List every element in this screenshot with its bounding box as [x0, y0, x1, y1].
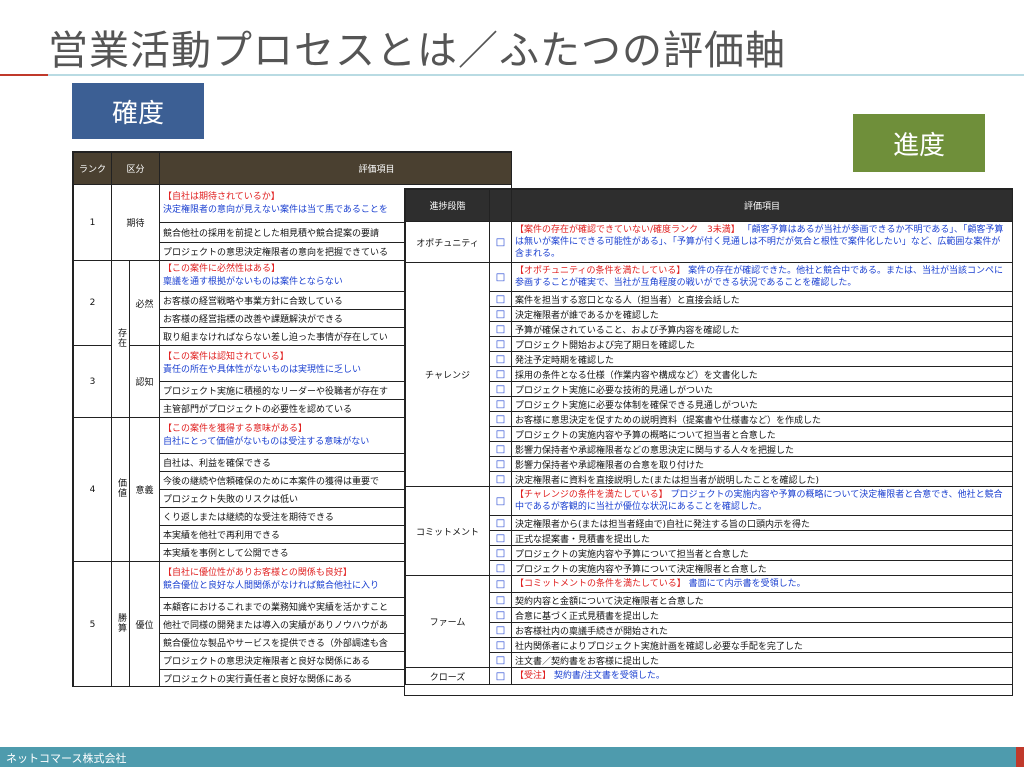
- col-items: 評価項目: [511, 189, 1012, 222]
- checkbox-icon[interactable]: □: [489, 426, 512, 442]
- sub-category: 認知: [128, 345, 161, 418]
- heading-red: 【案件の存在が確認できていない/確度ランク 3未満】: [515, 225, 740, 235]
- stage-heading: 【案件の存在が確認できていない/確度ランク 3未満】 「顧客予算はあるが当社が参…: [511, 221, 1012, 263]
- checkbox-icon[interactable]: □: [489, 637, 512, 653]
- stage-heading: 【受注】 契約書/注文書を受領した。: [511, 667, 1012, 685]
- checkbox-icon[interactable]: □: [489, 396, 512, 412]
- criterion: 社内関係者によりプロジェクト実施計画を確認し必要な手配を完了した: [511, 637, 1012, 653]
- checkbox-icon[interactable]: □: [489, 336, 512, 352]
- sub-category: 必然: [128, 260, 161, 346]
- criterion: プロジェクトの実施内容や予算の概略について担当者と合意した: [511, 426, 1012, 442]
- checkbox-icon[interactable]: □: [489, 486, 512, 516]
- col-rank: ランク: [73, 152, 112, 185]
- col-items: 評価項目: [159, 152, 511, 185]
- footer-accent: [1016, 747, 1024, 767]
- title-divider-accent: [0, 74, 48, 76]
- criterion: 案件を担当する窓口となる人（担当者）と直接会話した: [511, 291, 1012, 307]
- criterion: 決定権限者に資料を直接説明した(または担当者が説明したことを確認した): [511, 471, 1012, 487]
- stage-name: オポチュニティ: [405, 221, 490, 263]
- checkbox-icon[interactable]: □: [489, 291, 512, 307]
- checkbox-icon[interactable]: □: [489, 607, 512, 623]
- col-stage: 進捗段階: [405, 189, 490, 222]
- stage-name: クローズ: [405, 667, 490, 685]
- checkbox-icon[interactable]: □: [489, 545, 512, 561]
- checkbox-icon[interactable]: □: [489, 515, 512, 531]
- checkbox-icon[interactable]: □: [489, 351, 512, 367]
- sub-category: 期待: [110, 184, 161, 261]
- checkbox-icon[interactable]: □: [489, 471, 512, 487]
- progress-table: 進捗段階 評価項目 オポチュニティ □ 【案件の存在が確認できていない/確度ランク …: [404, 188, 1013, 696]
- rank-cell: 5: [73, 561, 112, 686]
- checkbox-icon[interactable]: □: [489, 381, 512, 397]
- progress-label: 進度: [853, 114, 985, 172]
- criterion: 決定権限者が誰であるかを確認した: [511, 306, 1012, 322]
- checkbox-icon[interactable]: □: [489, 306, 512, 322]
- group-victory: 勝算: [111, 561, 130, 686]
- heading-red: 【コミットメントの条件を満たしている】: [515, 579, 686, 589]
- group-value: 価値: [111, 417, 130, 562]
- stage-name: コミットメント: [405, 486, 490, 576]
- checkbox-icon[interactable]: □: [489, 622, 512, 638]
- criterion: 影響力保持者や承認権限者などの意思決定に関与する人々を把握した: [511, 441, 1012, 457]
- col-category: 区分: [110, 152, 161, 185]
- heading-blue: 契約書/注文書を受領した。: [553, 671, 665, 681]
- col-check: [489, 189, 512, 222]
- sub-category: 優位: [128, 561, 161, 686]
- company-name: ネットコマース株式会社: [6, 752, 127, 765]
- criterion: 合意に基づく正式見積書を提出した: [511, 607, 1012, 623]
- criterion: プロジェクト実施に必要な技術的見通しがついた: [511, 381, 1012, 397]
- criterion: 正式な提案書・見積書を提出した: [511, 530, 1012, 546]
- criterion: プロジェクトの実施内容や予算について決定権限者と合意した: [511, 560, 1012, 576]
- heading-red: 【受注】: [515, 671, 552, 681]
- criterion: 採用の条件となる仕様（作業内容や構成など）を文書化した: [511, 366, 1012, 382]
- certainty-label: 確度: [72, 83, 204, 139]
- rank-cell: 4: [73, 417, 112, 562]
- criterion: お客様社内の稟議手続きが開始された: [511, 622, 1012, 638]
- checkbox-icon[interactable]: □: [489, 652, 512, 668]
- criterion: 予算が確保されていること、および予算内容を確認した: [511, 321, 1012, 337]
- criterion: 契約内容と金額について決定権限者と合意した: [511, 592, 1012, 608]
- heading-blue: 書面にて内示書を受領した。: [688, 579, 806, 589]
- checkbox-icon[interactable]: □: [489, 441, 512, 457]
- sub-category: 意義: [128, 417, 161, 562]
- rank-cell: 1: [73, 184, 112, 261]
- checkbox-icon[interactable]: □: [489, 321, 512, 337]
- checkbox-icon[interactable]: □: [489, 667, 512, 685]
- criterion: 発注予定時期を確認した: [511, 351, 1012, 367]
- checkbox-icon[interactable]: □: [489, 560, 512, 576]
- heading-red: 【オポチュニティの条件を満たしている】: [515, 266, 686, 276]
- checkbox-icon[interactable]: □: [489, 411, 512, 427]
- criterion: プロジェクト開始および完了期日を確認した: [511, 336, 1012, 352]
- criterion: 影響力保持者や承認権限者の合意を取り付けた: [511, 456, 1012, 472]
- checkbox-icon[interactable]: □: [489, 530, 512, 546]
- checkbox-icon[interactable]: □: [489, 456, 512, 472]
- checkbox-icon[interactable]: □: [489, 575, 512, 593]
- criterion: プロジェクト実施に必要な体制を確保できる見通しがついた: [511, 396, 1012, 412]
- rank-cell: 3: [73, 345, 112, 418]
- stage-name: ファーム: [405, 575, 490, 668]
- stage-heading: 【コミットメントの条件を満たしている】 書面にて内示書を受領した。: [511, 575, 1012, 593]
- stage-heading: 【チャレンジの条件を満たしている】 プロジェクトの実施内容や予算の概略について決…: [511, 486, 1012, 516]
- stage-heading: 【オポチュニティの条件を満たしている】 案件の存在が確認できた。他社と競合中であ…: [511, 262, 1012, 292]
- criterion: プロジェクトの実施内容や予算について担当者と合意した: [511, 545, 1012, 561]
- title-divider: [0, 74, 1024, 76]
- criterion: 決定権限者から(または担当者経由で)自社に発注する旨の口頭内示を得た: [511, 515, 1012, 531]
- criterion: お客様に意思決定を促すための説明資料（提案書や仕様書など）を作成した: [511, 411, 1012, 427]
- slide-title: 営業活動プロセスとは／ふたつの評価軸: [48, 28, 786, 74]
- checkbox-icon[interactable]: □: [489, 221, 512, 263]
- criterion: 注文書／契約書をお客様に提出した: [511, 652, 1012, 668]
- checkbox-icon[interactable]: □: [489, 366, 512, 382]
- rank-cell: 2: [73, 260, 112, 346]
- stage-name: チャレンジ: [405, 262, 490, 487]
- heading-red: 【チャレンジの条件を満たしている】: [515, 490, 668, 500]
- group-existence: 存在: [111, 260, 130, 418]
- checkbox-icon[interactable]: □: [489, 262, 512, 292]
- checkbox-icon[interactable]: □: [489, 592, 512, 608]
- footer-bar: ネットコマース株式会社: [0, 747, 1024, 767]
